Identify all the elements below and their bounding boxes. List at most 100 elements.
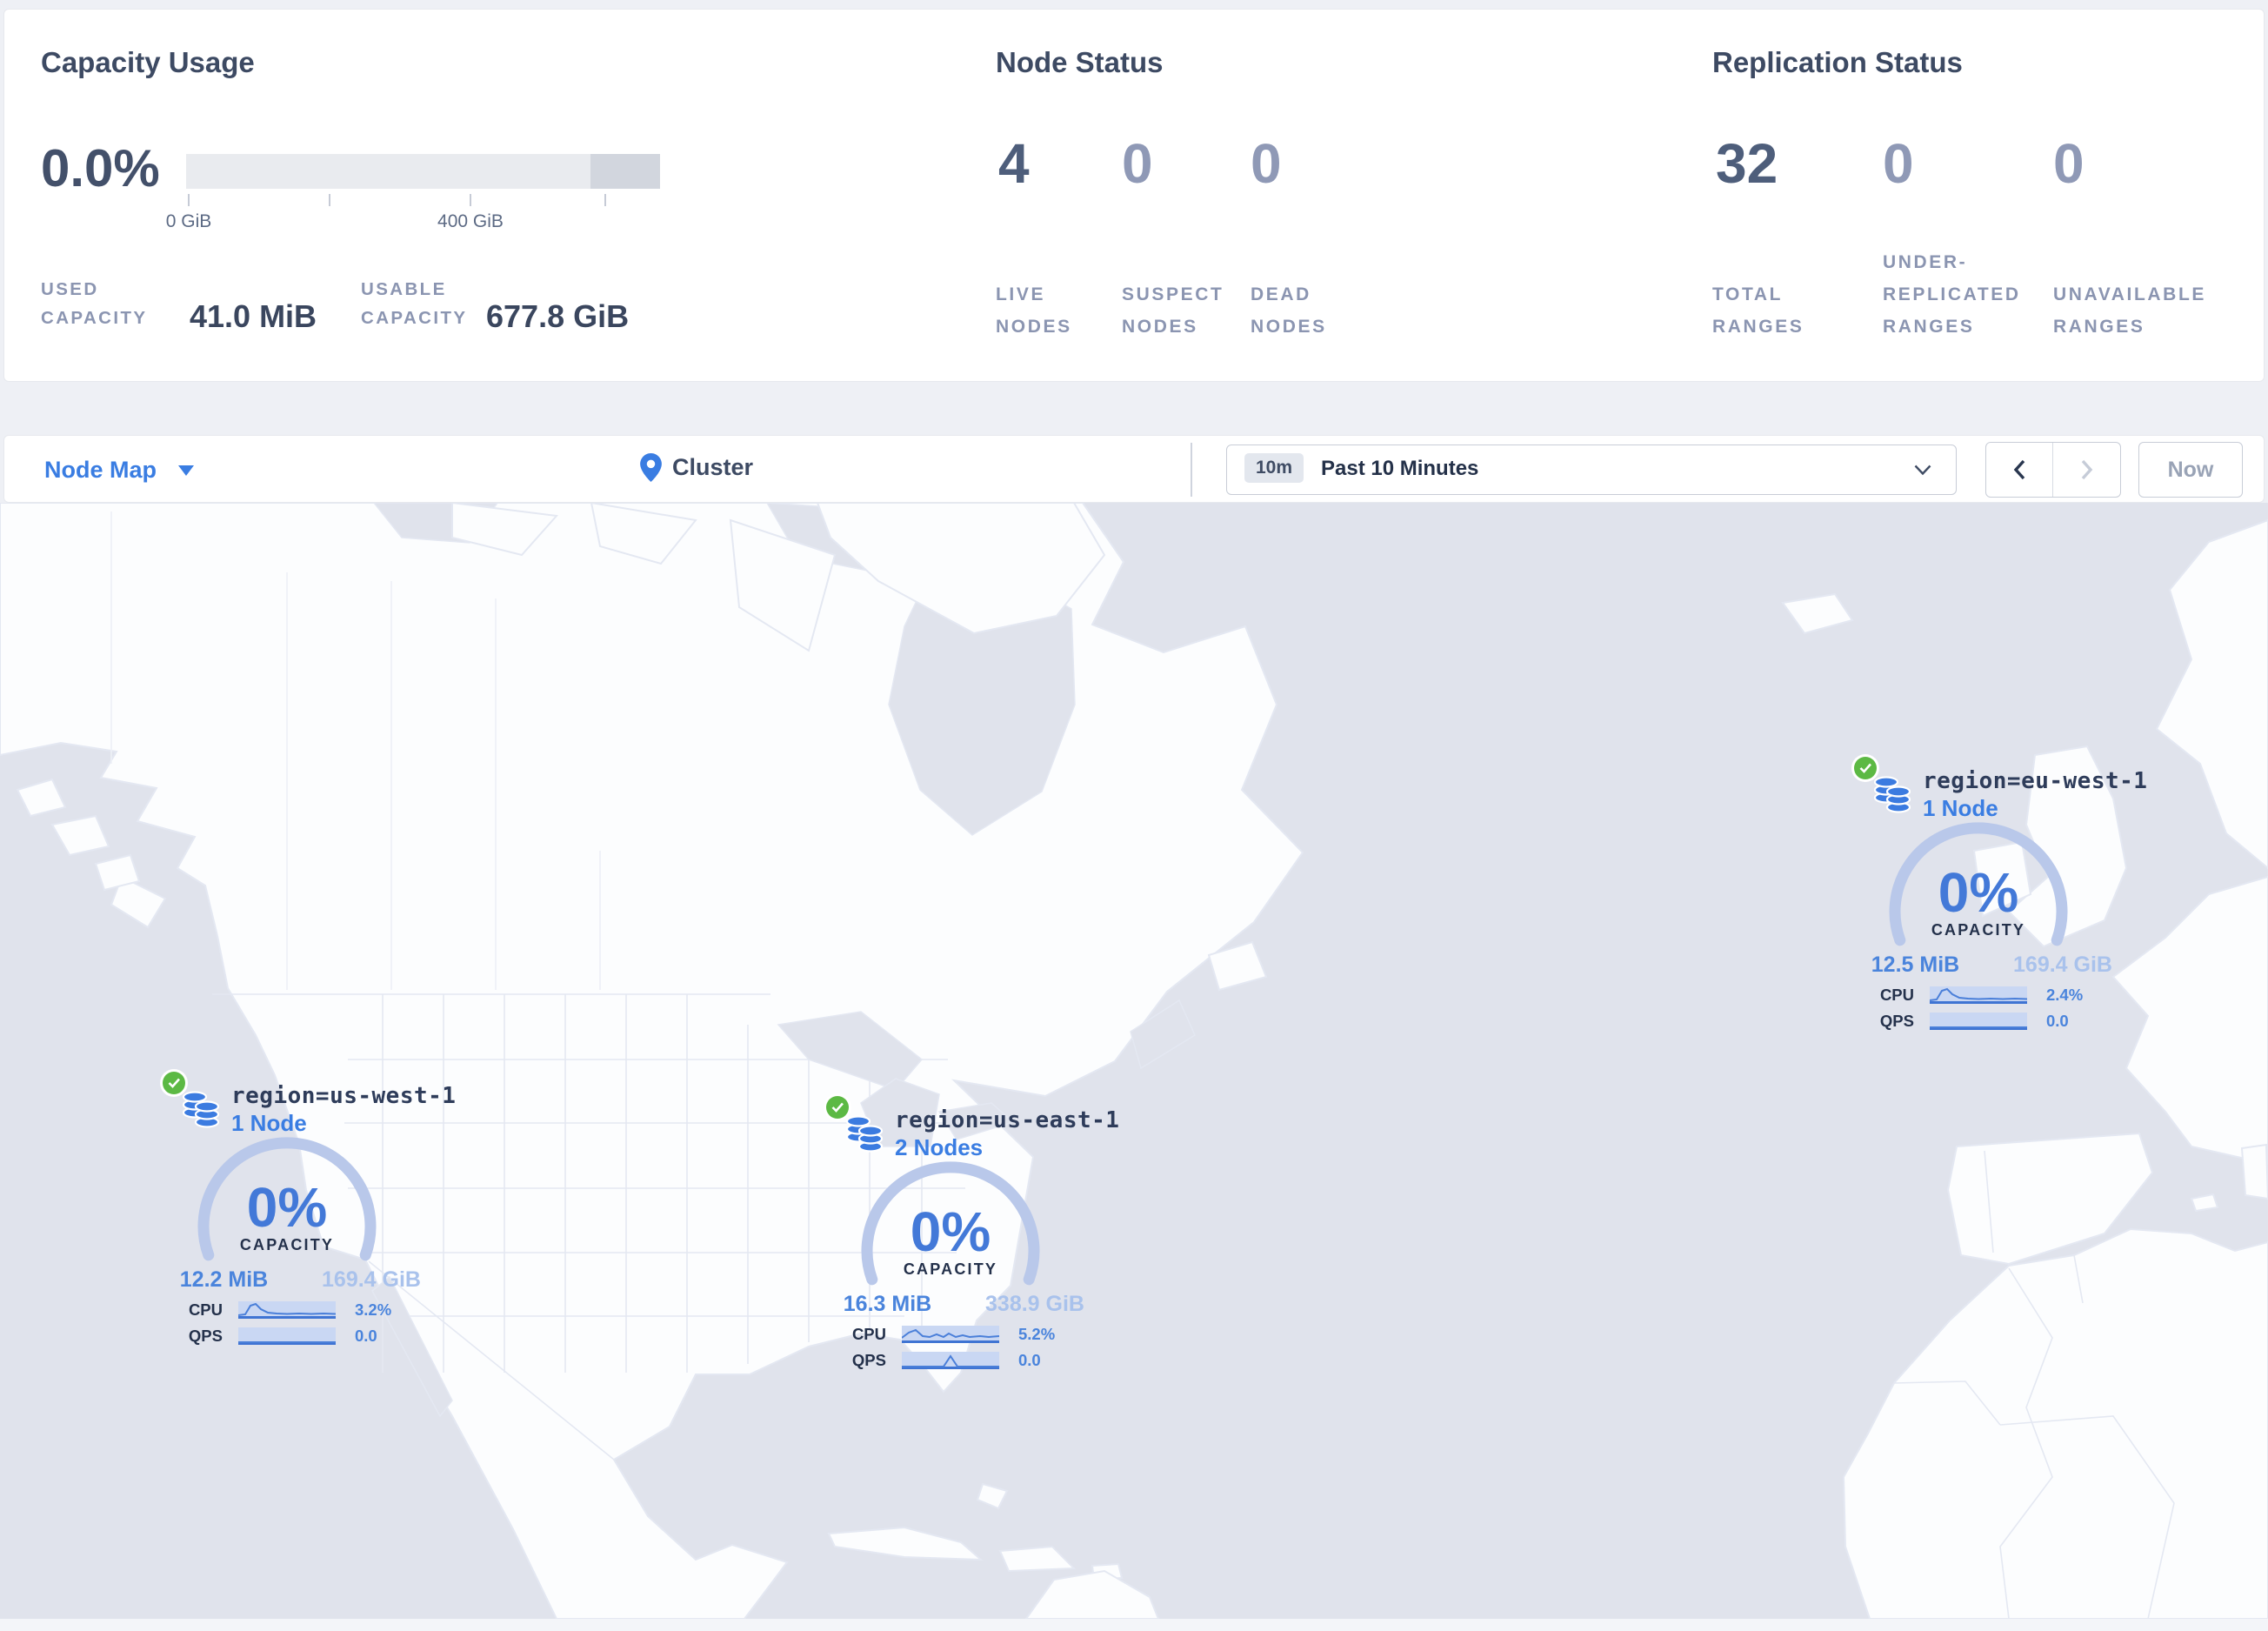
- total-ranges-label: TOTAL RANGES: [1712, 278, 1804, 343]
- time-range-label: Past 10 Minutes: [1321, 457, 1479, 480]
- cpu-value: 5.2%: [1018, 1325, 1056, 1343]
- used-capacity-value: 41.0 MiB: [190, 298, 317, 334]
- capacity-usage-title: Capacity Usage: [41, 46, 255, 78]
- cpu-label: CPU: [851, 1325, 886, 1343]
- capacity-used-percent: 0.0%: [41, 139, 160, 197]
- cpu-sparkline: [1930, 986, 2027, 1004]
- toolbar-divider: [1191, 443, 1192, 497]
- region-name: region=eu-west-1: [1923, 768, 2148, 794]
- capacity-label: CAPACITY: [1931, 921, 2026, 939]
- capacity-used-value: 12.5 MiB: [1871, 953, 1960, 977]
- chevron-down-icon: [178, 465, 194, 476]
- capacity-usage-bar: [186, 154, 660, 189]
- dead-nodes-label: DEAD NODES: [1251, 278, 1327, 343]
- time-step-forward-button[interactable]: [2053, 443, 2120, 497]
- map-toolbar: Node Map Cluster 10m Past 10 Minutes Now: [3, 435, 2265, 503]
- label-line: RANGES: [1883, 317, 1975, 337]
- label-line: SUSPECT: [1122, 284, 1224, 304]
- database-nodes-icon: [182, 1091, 220, 1128]
- label-line: LIVE: [996, 284, 1046, 304]
- capacity-total-value: 169.4 GiB: [2013, 953, 2112, 977]
- usable-capacity-label-line1: USABLE: [361, 279, 447, 299]
- label-line: UNDER-: [1883, 252, 1968, 272]
- qps-label: QPS: [851, 1351, 886, 1369]
- qps-value: 0.0: [1018, 1351, 1041, 1369]
- qps-value: 0.0: [2046, 1012, 2069, 1030]
- database-nodes-icon: [1873, 776, 1911, 813]
- label-line: UNAVAILABLE: [2053, 284, 2206, 304]
- used-capacity-label: USED CAPACITY: [41, 275, 147, 332]
- cpu-sparkline: [902, 1326, 999, 1343]
- label-line: NODES: [996, 317, 1072, 337]
- capacity-label: CAPACITY: [903, 1260, 998, 1278]
- capacity-percent: 0%: [1938, 861, 2019, 924]
- axis-tick: [188, 194, 190, 206]
- capacity-bar-reserved-segment: [590, 154, 660, 189]
- qps-sparkline: [238, 1327, 336, 1345]
- used-capacity-label-line2: CAPACITY: [41, 308, 148, 328]
- view-selector-dropdown[interactable]: Node Map: [44, 457, 157, 484]
- usable-capacity-label-line2: CAPACITY: [361, 308, 468, 328]
- unavailable-ranges-count: 0: [2053, 132, 2085, 195]
- cpu-sparkline: [238, 1301, 336, 1319]
- label-line: RANGES: [2053, 317, 2145, 337]
- capacity-used-value: 12.2 MiB: [179, 1267, 269, 1292]
- time-step-back-button[interactable]: [1986, 443, 2053, 497]
- axis-tick: [470, 194, 471, 206]
- live-nodes-label: LIVE NODES: [996, 278, 1072, 343]
- capacity-percent: 0%: [246, 1176, 328, 1239]
- breadcrumb-cluster[interactable]: Cluster: [672, 454, 753, 481]
- usable-capacity-label: USABLE CAPACITY: [361, 275, 467, 332]
- time-range-badge: 10m: [1244, 453, 1304, 483]
- axis-tick-label-0: 0 GiB: [165, 211, 212, 231]
- region-marker-us-west-1[interactable]: region=us-west-1 1 Node 0% CAPACITY 12.2…: [130, 1053, 456, 1357]
- region-name: region=us-east-1: [895, 1107, 1120, 1133]
- chevron-right-icon: [2081, 459, 2093, 480]
- node-status-title: Node Status: [996, 46, 1164, 78]
- time-step-buttons: [1985, 442, 2121, 498]
- label-line: NODES: [1251, 317, 1327, 337]
- used-capacity-label-line1: USED: [41, 279, 99, 299]
- capacity-label: CAPACITY: [239, 1236, 335, 1253]
- label-line: NODES: [1122, 317, 1198, 337]
- region-marker-eu-west-1[interactable]: region=eu-west-1 1 Node 0% CAPACITY 12.5…: [1822, 738, 2147, 1042]
- total-ranges-count: 32: [1716, 132, 1778, 195]
- cluster-summary-panel: Capacity Usage 0.0% 0 GiB 400 GiB USED C…: [3, 9, 2265, 382]
- region-marker-us-east-1[interactable]: region=us-east-1 2 Nodes 0% CAPACITY 16.…: [794, 1077, 1119, 1381]
- dead-nodes-count: 0: [1251, 132, 1282, 195]
- capacity-used-value: 16.3 MiB: [843, 1292, 932, 1316]
- chevron-left-icon: [2013, 459, 2025, 480]
- label-line: TOTAL: [1712, 284, 1784, 304]
- breadcrumb: Cluster: [640, 453, 753, 482]
- database-nodes-icon: [845, 1115, 884, 1153]
- page-footer-strip: [0, 1619, 2268, 1631]
- time-range-dropdown[interactable]: 10m Past 10 Minutes: [1226, 445, 1957, 495]
- label-line: RANGES: [1712, 317, 1804, 337]
- under-replicated-ranges-label: UNDER- REPLICATED RANGES: [1883, 246, 2021, 343]
- qps-sparkline: [1930, 1013, 2027, 1030]
- location-pin-icon: [640, 453, 662, 482]
- cpu-value: 2.4%: [2046, 986, 2084, 1004]
- now-button[interactable]: Now: [2138, 442, 2243, 498]
- cpu-label: CPU: [188, 1300, 223, 1319]
- qps-value: 0.0: [355, 1327, 377, 1345]
- live-nodes-count: 4: [998, 132, 1030, 195]
- cpu-value: 3.2%: [355, 1300, 392, 1319]
- qps-label: QPS: [1879, 1012, 1914, 1030]
- under-replicated-ranges-count: 0: [1883, 132, 1914, 195]
- capacity-total-value: 169.4 GiB: [322, 1267, 421, 1292]
- axis-tick: [329, 194, 330, 206]
- qps-label: QPS: [188, 1327, 223, 1345]
- unavailable-ranges-label: UNAVAILABLE RANGES: [2053, 278, 2206, 343]
- cpu-label: CPU: [1879, 986, 1914, 1004]
- label-line: DEAD: [1251, 284, 1311, 304]
- replication-status-title: Replication Status: [1712, 46, 1963, 78]
- usable-capacity-value: 677.8 GiB: [486, 298, 630, 334]
- chevron-down-icon: [1914, 465, 1931, 476]
- capacity-percent: 0%: [910, 1200, 991, 1263]
- suspect-nodes-count: 0: [1122, 132, 1153, 195]
- axis-tick: [604, 194, 606, 206]
- qps-sparkline: [902, 1352, 999, 1369]
- region-name: region=us-west-1: [231, 1083, 457, 1109]
- label-line: REPLICATED: [1883, 284, 2021, 304]
